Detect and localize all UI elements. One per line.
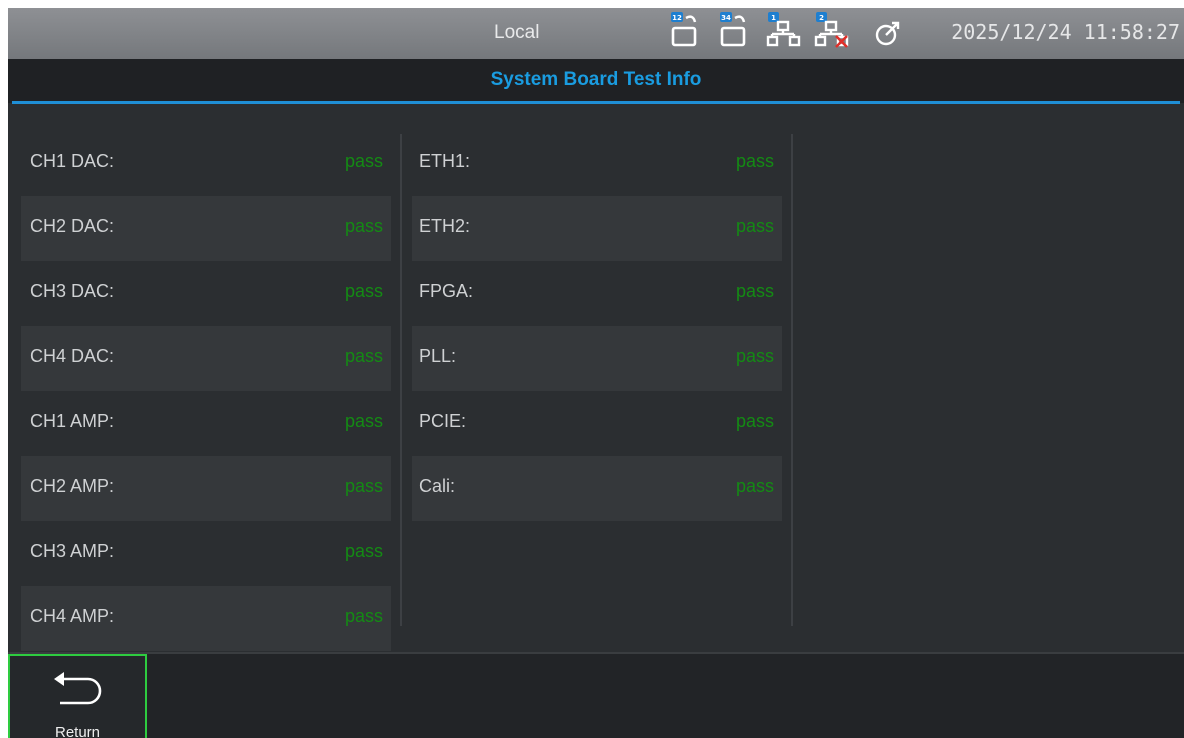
- datetime: 2025/12/24 11:58:27: [951, 20, 1180, 44]
- lock-34-icon[interactable]: 34: [718, 12, 752, 57]
- test-row-pll: PLL: pass: [412, 326, 782, 391]
- test-info-panel: CH1 DAC: pass CH2 DAC: pass CH3 DAC: pass C…: [8, 104, 1184, 652]
- test-row-ch2-dac: CH2 DAC: pass: [21, 196, 391, 261]
- test-column-right: ETH1: pass ETH2: pass FPGA: pass PLL: pass P…: [412, 131, 782, 521]
- test-result: pass: [735, 411, 774, 431]
- footer-bar: [8, 654, 1184, 738]
- test-label: CH4 AMP:: [30, 606, 115, 626]
- test-result: pass: [735, 216, 774, 236]
- svg-text:12: 12: [672, 14, 682, 22]
- test-label: CH4 DAC:: [30, 346, 115, 366]
- test-result: pass: [344, 151, 383, 171]
- test-label: CH3 AMP:: [30, 541, 115, 561]
- test-result: pass: [735, 281, 774, 301]
- test-row-ch4-dac: CH4 DAC: pass: [21, 326, 391, 391]
- lock-12-icon[interactable]: 12: [669, 12, 703, 57]
- mode-indicator: Local: [494, 22, 540, 43]
- test-row-ch2-amp: CH2 AMP: pass: [21, 456, 391, 521]
- column-divider: [791, 134, 793, 626]
- app-window: Local 12 34 1 2 2025/12/24 11:58:27 Syst…: [8, 8, 1184, 738]
- test-result: pass: [344, 216, 383, 236]
- test-row-eth2: ETH2: pass: [412, 196, 782, 261]
- page-title: System Board Test Info: [490, 69, 702, 90]
- return-arrow-icon: [48, 670, 108, 715]
- test-label: FPGA:: [419, 281, 474, 301]
- test-result: pass: [344, 346, 383, 366]
- svg-text:34: 34: [721, 14, 731, 22]
- title-bar: System Board Test Info: [8, 59, 1184, 103]
- return-label: Return: [54, 724, 101, 738]
- test-label: CH1 AMP:: [30, 411, 115, 431]
- status-bar: Local 12 34 1 2 2025/12/24 11:58:27: [8, 8, 1184, 59]
- test-label: CH3 DAC:: [30, 281, 115, 301]
- test-row-cali: Cali: pass: [412, 456, 782, 521]
- test-result: pass: [344, 411, 383, 431]
- test-label: ETH1:: [419, 151, 471, 171]
- test-column-left: CH1 DAC: pass CH2 DAC: pass CH3 DAC: pass C…: [21, 131, 391, 651]
- test-label: CH2 AMP:: [30, 476, 115, 496]
- test-label: CH2 DAC:: [30, 216, 115, 236]
- test-row-ch4-amp: CH4 AMP: pass: [21, 586, 391, 651]
- test-row-ch3-dac: CH3 DAC: pass: [21, 261, 391, 326]
- test-row-pcie: PCIE: pass: [412, 391, 782, 456]
- test-row-ch1-dac: CH1 DAC: pass: [21, 131, 391, 196]
- column-divider: [400, 134, 402, 626]
- test-row-fpga: FPGA: pass: [412, 261, 782, 326]
- test-result: pass: [735, 346, 774, 366]
- svg-text:1: 1: [771, 14, 776, 22]
- test-result: pass: [344, 476, 383, 496]
- test-row-ch3-amp: CH3 AMP: pass: [21, 521, 391, 586]
- test-label: PCIE:: [419, 411, 467, 431]
- test-row-eth1: ETH1: pass: [412, 131, 782, 196]
- test-label: CH1 DAC:: [30, 151, 115, 171]
- network-2-disconnected-icon[interactable]: 2: [814, 12, 850, 57]
- test-row-ch1-amp: CH1 AMP: pass: [21, 391, 391, 456]
- svg-text:2: 2: [819, 14, 824, 22]
- return-button[interactable]: Return: [8, 654, 147, 738]
- test-label: PLL:: [419, 346, 457, 366]
- test-result: pass: [344, 541, 383, 561]
- test-result: pass: [735, 151, 774, 171]
- test-result: pass: [344, 281, 383, 301]
- network-1-icon[interactable]: 1: [766, 12, 802, 57]
- target-icon[interactable]: [874, 20, 902, 53]
- test-label: Cali:: [419, 476, 456, 496]
- test-result: pass: [735, 476, 774, 496]
- test-result: pass: [344, 606, 383, 626]
- test-label: ETH2:: [419, 216, 471, 236]
